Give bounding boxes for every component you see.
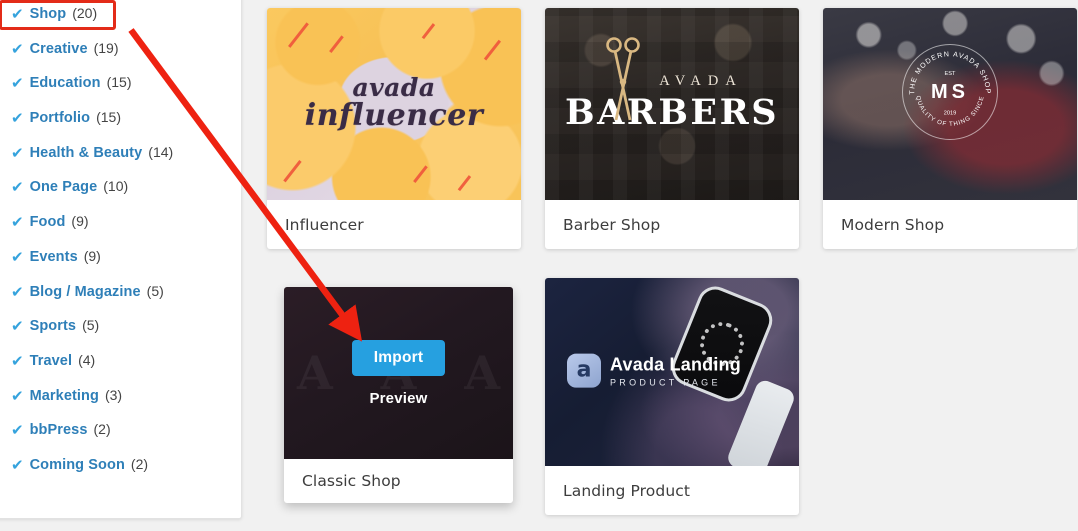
thumbnail-logo: a Avada Landing PRODUCT PAGE (567, 353, 741, 388)
sidebar-item-label: Health & Beauty (29, 144, 143, 161)
sidebar-item-count: (20) (72, 5, 98, 21)
card-thumbnail[interactable]: AVADA BARBERS (545, 8, 799, 200)
sidebar-item-bbpress[interactable]: ✔ bbPress (2) (9, 421, 241, 456)
template-card-grid: avada influencer Influencer AVADA BARBER… (255, 0, 1078, 531)
thumbnail-logo-line1: avada (352, 72, 436, 102)
check-icon: ✔ (11, 248, 24, 266)
template-card-modern-shop[interactable]: THE MODERN AVADA SHOP QUALITY OF THING S… (823, 8, 1077, 249)
sidebar-item-count: (3) (104, 386, 123, 403)
sidebar-item-label: Portfolio (29, 110, 91, 127)
card-thumbnail[interactable]: a Avada Landing PRODUCT PAGE (545, 278, 799, 466)
sidebar-item-label: Creative (29, 40, 88, 57)
sidebar-item-count: (9) (71, 213, 89, 230)
sidebar-item-label: Blog / Magazine (29, 283, 141, 300)
sidebar-item-label: One Page (29, 179, 98, 196)
card-hover-overlay: Import Preview (284, 287, 513, 459)
sidebar-item-label: Food (29, 214, 66, 231)
template-card-landing-product[interactable]: a Avada Landing PRODUCT PAGE Landing Pro… (545, 278, 799, 515)
decorative-streak-icon (283, 159, 302, 183)
modern-shop-seal: THE MODERN AVADA SHOP QUALITY OF THING S… (902, 44, 998, 141)
sidebar-item-label: Events (29, 248, 78, 265)
card-title: Modern Shop (841, 215, 945, 234)
sidebar-item-sports[interactable]: ✔ Sports (5) (9, 317, 241, 352)
template-card-classic-shop[interactable]: A A A Import Preview Classic Shop (284, 287, 513, 503)
check-icon: ✔ (11, 75, 24, 93)
check-icon: ✔ (11, 40, 24, 58)
sidebar-item-label: Education (29, 75, 101, 92)
sidebar-item-count: (15) (96, 109, 121, 126)
sidebar-item-shop[interactable]: ✔ Shop (20) (9, 5, 241, 40)
card-title: Classic Shop (302, 472, 401, 490)
decorative-streak-icon (457, 175, 471, 191)
sidebar-item-creative[interactable]: ✔ Creative (19) (9, 40, 241, 75)
card-title: Barber Shop (563, 215, 661, 234)
sidebar-item-health-and-beauty[interactable]: ✔ Health & Beauty (14) (9, 144, 241, 179)
sidebar-item-coming-soon[interactable]: ✔ Coming Soon (2) (9, 456, 241, 491)
check-icon: ✔ (11, 214, 24, 232)
check-icon: ✔ (11, 6, 24, 23)
scissors-icon (606, 37, 640, 121)
sidebar-item-count: (2) (93, 421, 111, 438)
check-icon: ✔ (11, 144, 24, 162)
sidebar-item-count: (5) (146, 282, 164, 299)
card-title: Landing Product (563, 481, 691, 500)
thumbnail-logo-line2: influencer (304, 97, 484, 133)
avada-mark-icon: a (567, 353, 601, 388)
sidebar-item-events[interactable]: ✔ Events (9) (9, 248, 241, 283)
thumbnail-logo: avada influencer (267, 72, 521, 133)
svg-text:EST: EST (945, 72, 957, 78)
preview-link[interactable]: Preview (369, 390, 427, 407)
sidebar-item-education[interactable]: ✔ Education (15) (9, 74, 241, 109)
import-button[interactable]: Import (351, 339, 446, 376)
decorative-streak-icon (413, 165, 428, 183)
decorative-streak-icon (421, 23, 435, 39)
sidebar-item-count: (4) (78, 351, 96, 368)
thumbnail-logo-line2: BARBERS (565, 91, 779, 133)
sidebar-item-count: (9) (83, 247, 101, 264)
sidebar-item-count: (10) (103, 178, 129, 195)
check-icon: ✔ (11, 387, 24, 405)
sidebar-item-label: Travel (29, 352, 73, 369)
seal-ring-text: THE MODERN AVADA SHOP QUALITY OF THING S… (909, 52, 989, 129)
category-filter-list: ✔ Shop (20) ✔ Creative (19) ✔ Education … (0, 5, 241, 491)
thumbnail-logo-words: Avada Landing PRODUCT PAGE (610, 354, 741, 387)
svg-text:2019: 2019 (944, 111, 957, 117)
category-filter-panel: ✔ Shop (20) ✔ Creative (19) ✔ Education … (0, 0, 242, 519)
sidebar-item-label: Coming Soon (29, 456, 125, 473)
sidebar-item-travel[interactable]: ✔ Travel (4) (9, 352, 241, 387)
sidebar-item-count: (2) (130, 455, 149, 472)
sidebar-item-count: (14) (148, 143, 174, 160)
card-thumbnail[interactable]: A A A Import Preview (284, 287, 513, 459)
sidebar-item-count: (19) (93, 39, 119, 56)
card-title: Influencer (285, 215, 364, 234)
decorative-streak-icon (288, 22, 309, 48)
card-thumbnail[interactable]: avada influencer (267, 8, 521, 200)
sidebar-item-label: bbPress (29, 422, 88, 439)
sidebar-item-label: Shop (29, 6, 67, 22)
sidebar-item-portfolio[interactable]: ✔ Portfolio (15) (9, 109, 241, 144)
sidebar-item-food[interactable]: ✔ Food (9) (9, 213, 241, 248)
sidebar-item-label: Sports (29, 318, 77, 335)
sidebar-item-marketing[interactable]: ✔ Marketing (3) (9, 387, 241, 422)
card-thumbnail[interactable]: THE MODERN AVADA SHOP QUALITY OF THING S… (823, 8, 1077, 200)
thumbnail-logo: AVADA BARBERS (545, 73, 799, 133)
thumbnail-logo-line1: Avada Landing (610, 354, 741, 375)
decorative-streak-icon (483, 39, 501, 61)
check-icon: ✔ (11, 318, 24, 336)
thumbnail-logo-line2: PRODUCT PAGE (610, 377, 721, 388)
sidebar-item-label: Marketing (29, 387, 99, 404)
check-icon: ✔ (11, 179, 24, 197)
template-card-barber-shop[interactable]: AVADA BARBERS Barber Shop (545, 8, 799, 249)
decorative-streak-icon (329, 35, 344, 53)
check-icon: ✔ (11, 283, 24, 301)
template-card-influencer[interactable]: avada influencer Influencer (267, 8, 521, 249)
sidebar-item-one-page[interactable]: ✔ One Page (10) (9, 178, 241, 213)
sidebar-item-blog-magazine[interactable]: ✔ Blog / Magazine (5) (9, 283, 241, 318)
check-icon: ✔ (11, 110, 24, 128)
sidebar-item-count: (15) (106, 74, 132, 91)
check-icon: ✔ (11, 422, 24, 440)
check-icon: ✔ (11, 352, 24, 370)
sidebar-item-count: (5) (82, 317, 100, 334)
check-icon: ✔ (11, 456, 24, 474)
